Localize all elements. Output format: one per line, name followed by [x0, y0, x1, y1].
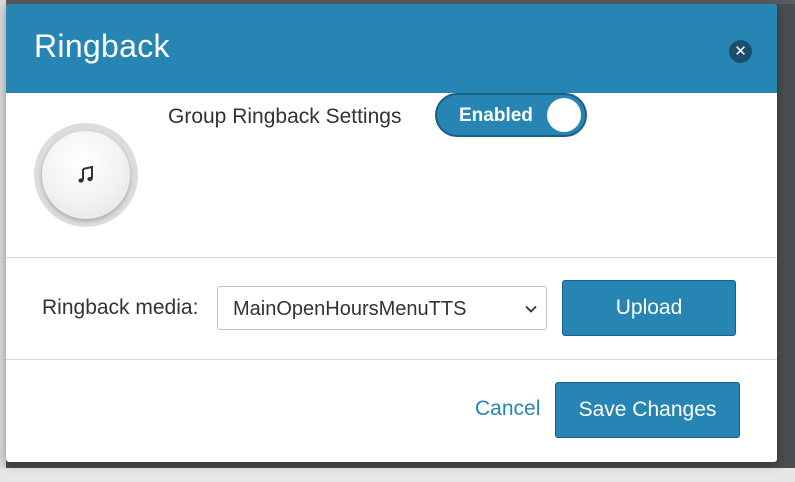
cancel-button[interactable]: Cancel	[475, 397, 540, 421]
ringback-modal: Ringback ✕ Group Ringback Settings Enabl…	[6, 4, 777, 462]
group-ringback-settings-label: Group Ringback Settings	[168, 105, 402, 128]
toggle-label: Enabled	[459, 105, 533, 126]
media-disc-face	[42, 131, 130, 219]
ringback-media-label: Ringback media:	[42, 296, 199, 319]
modal-header: Ringback ✕	[6, 4, 777, 93]
music-note-icon	[78, 165, 93, 183]
ringback-enabled-toggle[interactable]: Enabled	[435, 93, 587, 137]
upload-button[interactable]: Upload	[562, 280, 736, 336]
ringback-media-select[interactable]: MainOpenHoursMenuTTS	[217, 286, 547, 330]
modal-title: Ringback	[34, 28, 170, 64]
ringback-media-selected-value: MainOpenHoursMenuTTS	[233, 298, 467, 320]
backdrop-page-footer	[0, 468, 795, 482]
ringback-settings-row: Group Ringback Settings Enabled	[6, 93, 777, 258]
modal-footer: Cancel Save Changes	[6, 360, 777, 462]
ringback-media-row: Ringback media: MainOpenHoursMenuTTS Upl…	[6, 258, 777, 360]
toggle-knob	[547, 98, 581, 132]
media-disc	[34, 123, 138, 227]
save-changes-button[interactable]: Save Changes	[555, 382, 740, 438]
close-icon[interactable]: ✕	[729, 40, 752, 63]
chevron-down-icon	[525, 305, 537, 313]
